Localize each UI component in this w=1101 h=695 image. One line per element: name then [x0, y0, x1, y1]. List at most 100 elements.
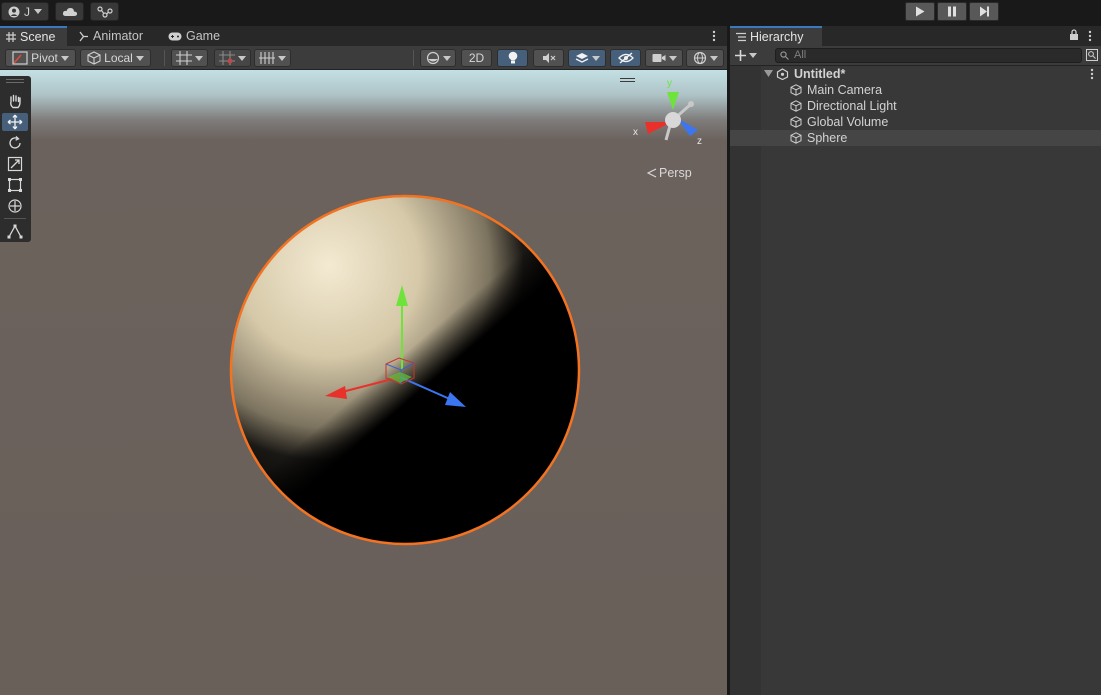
- hierarchy-gutter: [730, 66, 761, 695]
- transform-tool[interactable]: [2, 197, 28, 215]
- effects-dropdown[interactable]: [568, 49, 606, 67]
- cloud-icon: [62, 7, 77, 16]
- scene-viewport[interactable]: y x z Persp: [0, 70, 727, 695]
- chevron-down-icon: [709, 55, 718, 61]
- tab-label: Game: [186, 29, 221, 43]
- item-label: Global Volume: [807, 115, 889, 129]
- item-label: Main Camera: [807, 83, 883, 97]
- scale-icon: [7, 156, 23, 172]
- scene-toolbar: Pivot Local 2D: [0, 46, 727, 70]
- increment-snap-icon: [219, 51, 235, 65]
- gizmo-y-label: y: [667, 78, 672, 89]
- tab-label: Scene: [20, 30, 56, 44]
- hierarchy-item[interactable]: Global Volume: [730, 114, 1101, 130]
- search-placeholder: All: [794, 49, 807, 61]
- scale-tool[interactable]: [2, 155, 28, 173]
- increment-snap-dropdown[interactable]: [214, 49, 251, 67]
- toolbar-divider: [413, 50, 414, 66]
- transform-icon: [8, 199, 22, 213]
- grid-icon: [6, 32, 16, 42]
- create-dropdown[interactable]: [735, 48, 761, 63]
- account-dropdown[interactable]: J: [1, 2, 49, 21]
- list-icon: [736, 32, 746, 42]
- pivot-dropdown[interactable]: Pivot: [5, 49, 76, 67]
- tab-scene[interactable]: Scene: [0, 26, 67, 46]
- move-tool[interactable]: [2, 113, 28, 131]
- search-options-icon[interactable]: [1086, 49, 1098, 61]
- camera-icon: [652, 54, 665, 62]
- move-arrows-icon: [7, 114, 23, 130]
- hierarchy-toolbar: All: [730, 46, 1101, 66]
- tab-label: Hierarchy: [750, 30, 804, 44]
- audio-toggle[interactable]: [533, 49, 564, 67]
- snap-settings-dropdown[interactable]: [254, 49, 291, 67]
- hierarchy-item[interactable]: Main Camera: [730, 82, 1101, 98]
- tab-hierarchy[interactable]: Hierarchy: [730, 26, 822, 46]
- chevron-down-icon: [238, 55, 246, 61]
- account-label: J: [24, 4, 30, 19]
- chevron-down-icon: [591, 55, 600, 61]
- chevron-down-icon: [34, 9, 42, 14]
- more-options-icon[interactable]: [1088, 67, 1096, 81]
- tab-game[interactable]: Game: [162, 26, 232, 46]
- step-button[interactable]: [969, 2, 999, 21]
- hierarchy-item[interactable]: Directional Light: [730, 98, 1101, 114]
- chevron-down-icon: [668, 55, 677, 61]
- animator-icon: [79, 31, 88, 41]
- main-toolbar: J: [0, 0, 1101, 24]
- step-icon: [979, 6, 989, 17]
- tab-label: Animator: [93, 29, 144, 43]
- gizmos-dropdown[interactable]: [686, 49, 724, 67]
- cloud-button[interactable]: [55, 2, 84, 21]
- collab-button[interactable]: [90, 2, 119, 21]
- gameobject-cube-icon: [790, 100, 802, 112]
- camera-dropdown[interactable]: [645, 49, 683, 67]
- rect-transform-icon: [8, 178, 22, 192]
- layers-icon: [575, 53, 588, 63]
- chevron-down-icon: [442, 55, 451, 61]
- local-dropdown[interactable]: Local: [80, 49, 151, 67]
- rotate-tool[interactable]: [2, 134, 28, 152]
- chevron-down-icon: [749, 53, 757, 58]
- mode-2d-toggle[interactable]: 2D: [461, 49, 492, 67]
- lighting-toggle[interactable]: [497, 49, 528, 67]
- pivot-label: Pivot: [31, 51, 58, 65]
- more-options-icon[interactable]: [1086, 29, 1094, 43]
- gameobject-cube-icon: [790, 132, 802, 144]
- gamepad-icon: [168, 32, 182, 40]
- projection-toggle[interactable]: Persp: [647, 166, 692, 180]
- tool-palette: [0, 76, 31, 242]
- draw-mode-dropdown[interactable]: [420, 49, 456, 67]
- persp-label: Persp: [659, 166, 692, 180]
- play-button[interactable]: [905, 2, 935, 21]
- scene-row[interactable]: Untitled*: [730, 66, 1101, 82]
- pivot-icon: [12, 51, 28, 65]
- more-options-icon[interactable]: [710, 29, 718, 43]
- lightbulb-icon: [508, 51, 517, 64]
- globe-icon: [693, 51, 706, 65]
- eye-slash-icon: [617, 52, 634, 64]
- hierarchy-item-selected[interactable]: Sphere: [730, 130, 1101, 146]
- hierarchy-search-input[interactable]: All: [775, 48, 1082, 63]
- expand-triangle-icon[interactable]: [764, 70, 773, 78]
- chevron-down-icon: [135, 55, 144, 61]
- grid-snap-dropdown[interactable]: [171, 49, 208, 67]
- account-icon: [8, 6, 20, 17]
- rect-tool[interactable]: [2, 176, 28, 194]
- hidden-objects-toggle[interactable]: [610, 49, 641, 67]
- perspective-icon: [647, 168, 657, 178]
- custom-tool[interactable]: [2, 222, 28, 240]
- gizmo-z-label: z: [697, 136, 702, 147]
- custom-tool-icon: [7, 224, 23, 239]
- hand-tool[interactable]: [2, 92, 28, 110]
- lock-icon[interactable]: [1069, 29, 1079, 41]
- local-cube-icon: [87, 51, 101, 65]
- tab-animator[interactable]: Animator: [72, 26, 160, 46]
- play-icon: [916, 6, 925, 17]
- rotate-icon: [9, 136, 21, 149]
- grid-snap-icon: [176, 51, 192, 65]
- move-gizmo[interactable]: [0, 70, 727, 695]
- pause-button[interactable]: [937, 2, 967, 21]
- unity-scene-icon: [776, 68, 789, 80]
- gameobject-cube-icon: [790, 116, 802, 128]
